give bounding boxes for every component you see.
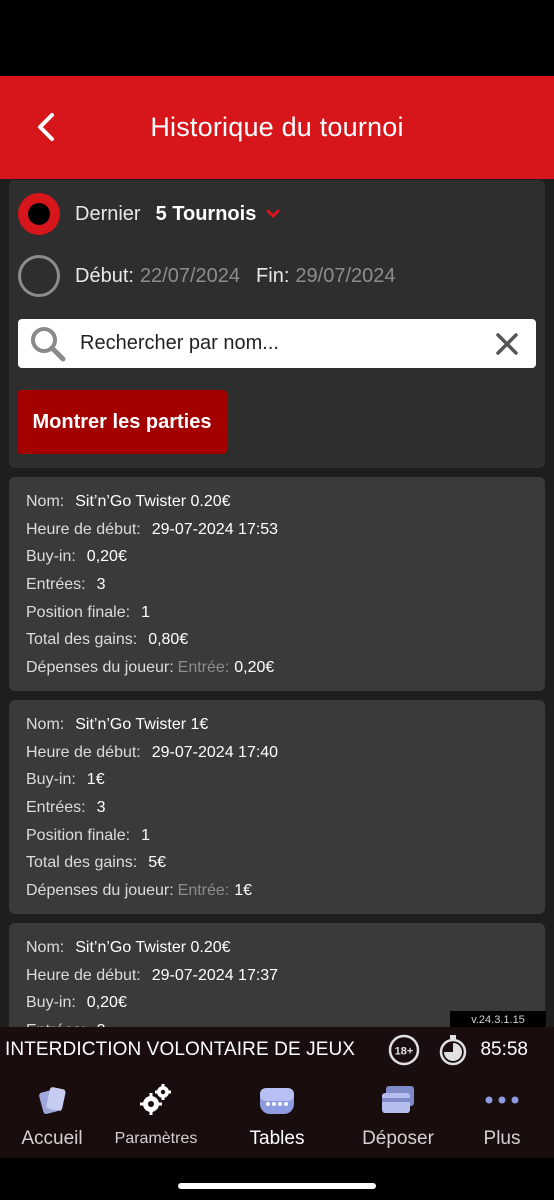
chevron-left-icon (38, 113, 54, 141)
radio-unselected[interactable] (18, 255, 60, 297)
winnings-label: Total des gains: (26, 631, 138, 649)
entries: 3 (96, 798, 106, 816)
expense: 0,20€ (234, 658, 275, 676)
final-position: 1 (141, 826, 150, 844)
entries-label: Entrées: (26, 575, 86, 593)
last-label: Dernier (75, 202, 141, 225)
last-count-dropdown[interactable]: 5 Tournois (156, 203, 257, 226)
final-position-label: Position finale: (26, 603, 131, 621)
buyin: 1€ (86, 771, 105, 789)
tab-label: Tables (249, 1128, 305, 1149)
expense: 1€ (234, 881, 253, 899)
entry-label: Entrée: (177, 658, 230, 676)
name-label: Nom: (26, 715, 65, 733)
winnings: 0,80€ (148, 631, 189, 649)
search-icon (31, 326, 66, 361)
tab-label: Accueil (21, 1128, 83, 1149)
cards-icon (39, 1087, 66, 1115)
session-timer: 85:58 (480, 1038, 528, 1060)
clear-icon[interactable] (494, 331, 520, 357)
more-dots-icon (485, 1096, 519, 1104)
tab-more[interactable]: Plus (474, 1072, 530, 1158)
tournament-name: Sit’n’Go Twister 1€ (75, 715, 209, 733)
expenses-label: Dépenses du joueur: (26, 881, 174, 899)
winnings-label: Total des gains: (26, 854, 138, 872)
chevron-down-icon[interactable] (266, 209, 280, 219)
start-date[interactable]: 22/07/2024 (140, 265, 240, 288)
tournament-name: Sit’n’Go Twister 0.20€ (75, 492, 231, 510)
entries-label: Entrées: (26, 798, 86, 816)
entry-label: Entrée: (177, 881, 230, 899)
expenses-label: Dépenses du joueur: (26, 658, 174, 676)
start-time: 29-07-2024 17:40 (151, 743, 279, 761)
end-date[interactable]: 29/07/2024 (295, 265, 395, 288)
radio-selected[interactable] (18, 193, 60, 235)
credit-card-icon (382, 1086, 414, 1113)
buyin-label: Buy-in: (26, 994, 76, 1012)
tournament-card[interactable]: Nom: Sit’n’Go Twister 1€ Heure de début: 2… (9, 700, 545, 914)
last-tournaments-option[interactable]: Dernier 5 Tournois (18, 193, 280, 235)
show-games-button[interactable]: Montrer les parties (17, 390, 227, 454)
tab-label: Paramètres (114, 1130, 198, 1147)
start-time: 29-07-2024 17:37 (151, 966, 279, 984)
start-time-label: Heure de début: (26, 966, 141, 984)
final-position-label: Position finale: (26, 826, 131, 844)
self-exclusion-link[interactable]: INTERDICTION VOLONTAIRE DE JEUX (5, 1039, 388, 1061)
buyin: 0,20€ (86, 548, 127, 566)
name-label: Nom: (26, 938, 65, 956)
tab-tables[interactable]: Tables (240, 1072, 314, 1158)
tab-deposit[interactable]: Déposer (356, 1072, 440, 1158)
home-indicator (0, 1158, 554, 1200)
start-time-label: Heure de début: (26, 520, 141, 538)
end-label: Fin: (256, 264, 290, 287)
entries: 3 (96, 575, 106, 593)
age-18-icon: 18+ (389, 1034, 420, 1065)
filter-panel: Dernier 5 Tournois Début: 22/07/2024 Fin… (9, 180, 545, 468)
tournament-name: Sit’n’Go Twister 0.20€ (75, 938, 231, 956)
gears-icon (140, 1084, 171, 1115)
tab-home[interactable]: Accueil (10, 1072, 94, 1158)
chips-icon (260, 1088, 294, 1114)
name-label: Nom: (26, 492, 65, 510)
tab-label: Plus (483, 1128, 521, 1149)
top-app-bar: Historique du tournoi (0, 76, 554, 179)
buyin-label: Buy-in: (26, 771, 76, 789)
start-label: Début: (75, 264, 134, 287)
winnings: 5€ (148, 854, 166, 872)
final-position: 1 (141, 603, 150, 621)
buyin: 0,20€ (86, 994, 127, 1012)
bottom-tab-bar: Accueil Paramètres Tables Déposer Plus (0, 1072, 554, 1158)
date-range-option[interactable]: Début: 22/07/2024 Fin: 29/07/2024 (18, 255, 396, 297)
home-indicator-bar[interactable] (178, 1183, 376, 1189)
search-input[interactable]: Rechercher par nom... (18, 319, 536, 368)
start-time-label: Heure de début: (26, 743, 141, 761)
back-button[interactable] (28, 109, 64, 145)
search-placeholder: Rechercher par nom... (80, 332, 279, 354)
info-bar: INTERDICTION VOLONTAIRE DE JEUX 18+ 85:5… (0, 1027, 554, 1072)
tournament-list: Nom: Sit’n’Go Twister 0.20€ Heure de débu… (9, 477, 545, 1027)
stopwatch-icon (440, 1034, 467, 1065)
page-title: Historique du tournoi (150, 112, 404, 142)
age-label: 18+ (395, 1045, 414, 1057)
status-bar (0, 0, 554, 76)
start-time: 29-07-2024 17:53 (151, 520, 279, 538)
buyin-label: Buy-in: (26, 548, 76, 566)
tab-label: Déposer (362, 1128, 434, 1149)
tab-settings[interactable]: Paramètres (108, 1072, 204, 1158)
tournament-card[interactable]: Nom: Sit’n’Go Twister 0.20€ Heure de débu… (9, 477, 545, 691)
